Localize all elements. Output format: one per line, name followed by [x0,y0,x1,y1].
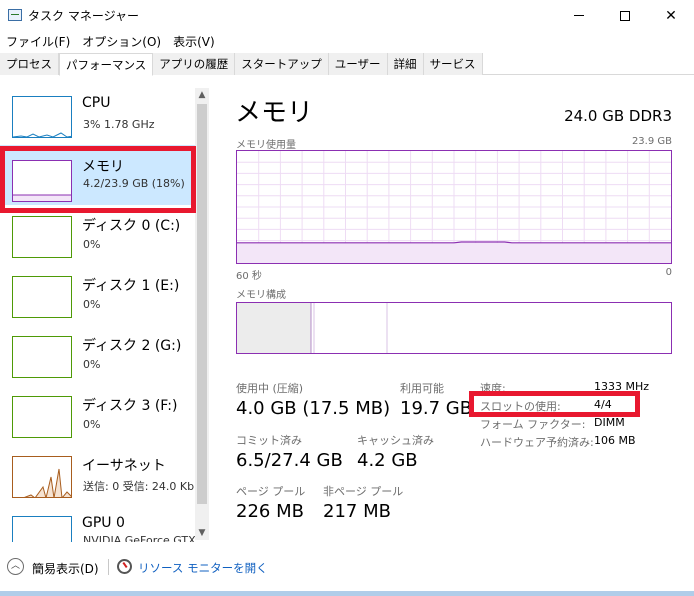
close-icon: ✕ [665,7,677,24]
sidebar-item-value: 送信: 0 受信: 24.0 Kb [83,480,195,493]
sidebar-item-cpu[interactable]: CPU 3% 1.78 GHz [0,80,195,140]
hardware-reserved-label: ハードウェア予約済み: [480,436,594,449]
menu-options[interactable]: オプション(O) [76,31,167,51]
memory-composition-graph [237,303,388,353]
minimize-button[interactable] [556,0,602,31]
committed-value: 6.5/27.4 GB [236,450,343,471]
form-factor-value: DIMM [594,416,625,429]
sidebar-item-label: ディスク 2 (G:) [82,338,182,354]
sidebar-item-ethernet[interactable]: イーサネット 送信: 0 受信: 24.0 Kb [0,440,195,500]
sidebar-item-value: 3% 1.78 GHz [83,118,155,131]
sidebar-item-label: ディスク 1 (E:) [82,278,180,294]
cpu-thumbnail [12,96,72,138]
disk-thumbnail [12,276,72,318]
open-resource-monitor-link[interactable]: リソース モニターを開く [138,560,268,576]
form-factor-label: フォーム ファクター: [480,418,586,431]
window-title: タスク マネージャー [28,9,139,23]
disk-thumbnail [12,216,72,258]
fewer-details-button[interactable]: 簡易表示(D) [32,560,99,577]
sidebar-item-value: 0% [83,418,101,431]
sidebar-item-disk-1[interactable]: ディスク 1 (E:) 0% [0,260,195,320]
sidebar-item-disk-2[interactable]: ディスク 2 (G:) 0% [0,320,195,380]
tab-performance[interactable]: パフォーマンス [59,53,154,76]
tab-details[interactable]: 詳細 [387,53,424,75]
memory-highlight-box [0,146,196,213]
close-button[interactable]: ✕ [648,0,694,31]
menu-file[interactable]: ファイル(F) [0,31,76,51]
nonpaged-pool-label: 非ページ プール [323,485,404,498]
nonpaged-pool-value: 217 MB [323,501,391,522]
maximize-icon [620,10,630,21]
ethernet-mini-graph [24,468,71,497]
sidebar-item-value: 0% [83,358,101,371]
sidebar-scroll-thumb[interactable] [197,104,207,504]
task-manager-icon [8,9,22,21]
available-label: 利用可能 [400,382,444,395]
committed-label: コミット済み [236,434,302,447]
tab-processes[interactable]: プロセス [0,53,59,75]
in-use-label: 使用中 (圧縮) [236,382,304,395]
zero-axis-label: 0 [665,267,672,278]
tab-services[interactable]: サービス [423,53,483,75]
sidebar-item-label: GPU 0 [82,515,125,531]
page-title: メモリ [235,98,314,128]
sidebar-item-gpu[interactable]: GPU 0 NVIDIA GeForce GTX [0,500,196,542]
disk-thumbnail [12,396,72,438]
menu-bar: ファイル(F) オプション(O) 表示(V) [0,31,221,51]
cpu-mini-graph [13,132,71,137]
slots-highlight-box [469,391,640,417]
window-bottom-edge [0,591,694,596]
cached-label: キャッシュ済み [357,434,434,447]
sidebar-item-value: NVIDIA GeForce GTX [83,534,196,542]
scroll-up-icon[interactable]: ▲ [195,90,209,104]
memory-usage-graph [237,151,671,263]
composition-chart-label: メモリ構成 [236,290,286,301]
minimize-icon [574,15,584,16]
sidebar-item-label: イーサネット [82,458,166,474]
scroll-down-icon[interactable]: ▼ [195,528,209,542]
sidebar-item-label: ディスク 0 (C:) [82,218,181,234]
memory-composition-chart [236,302,672,354]
sidebar-item-disk-3[interactable]: ディスク 3 (F:) 0% [0,380,195,440]
tab-bar: プロセス パフォーマンス アプリの履歴 スタートアップ ユーザー 詳細 サービス [0,53,694,76]
paged-pool-label: ページ プール [236,485,306,498]
resource-monitor-icon [117,559,132,574]
cached-value: 4.2 GB [357,450,418,471]
usage-chart-label: メモリ使用量 [236,140,296,151]
available-value: 19.7 GB [400,398,473,419]
sidebar-item-label: ディスク 3 (F:) [82,398,178,414]
sidebar-item-value: 0% [83,298,101,311]
memory-usage-area [237,242,671,263]
time-axis-label: 60 秒 [236,271,262,282]
sidebar-item-value: 0% [83,238,101,251]
disk-thumbnail [12,336,72,378]
ethernet-thumbnail [12,456,72,498]
in-use-value: 4.0 GB (17.5 MB) [236,398,391,419]
footer-divider [108,559,109,575]
usage-chart-max: 23.9 GB [631,136,672,147]
memory-usage-chart [236,150,672,264]
gpu-thumbnail [12,516,72,542]
memory-spec: 24.0 GB DDR3 [564,107,672,125]
menu-view[interactable]: 表示(V) [167,31,221,51]
chevron-up-icon[interactable]: ︿ [7,558,24,575]
tab-app-history[interactable]: アプリの履歴 [153,53,236,75]
footer-bar: ︿ 簡易表示(D) リソース モニターを開く [0,555,694,585]
title-bar: タスク マネージャー ✕ [0,0,694,31]
maximize-button[interactable] [602,0,648,31]
tab-users[interactable]: ユーザー [328,53,388,75]
hardware-reserved-value: 106 MB [594,434,636,447]
sidebar-item-label: CPU [82,95,111,111]
in-use-segment [237,303,311,353]
paged-pool-value: 226 MB [236,501,304,522]
tab-startup[interactable]: スタートアップ [235,53,329,75]
